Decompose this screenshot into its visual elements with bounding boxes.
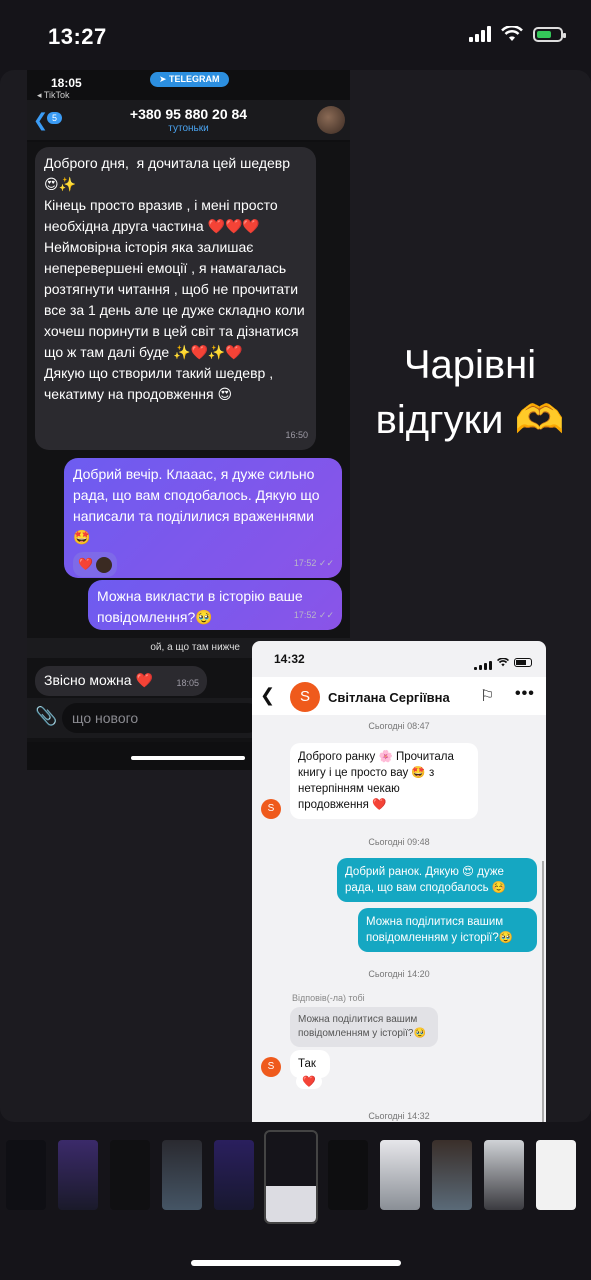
outgoing-message[interactable]: Добрий ранок. Дякую 😍 дуже рада, що вам … — [337, 858, 537, 902]
tg-status-time: 18:05 — [51, 76, 82, 90]
incoming-message[interactable]: Доброго ранку 🌸 Прочитала книгу і це про… — [290, 743, 478, 819]
chat-title: +380 95 880 20 84 — [129, 106, 248, 122]
reaction-emoji: ❤️ — [78, 557, 93, 571]
story-thumbnail[interactable] — [484, 1140, 524, 1210]
date-separator: Сьогодні 09:48 — [368, 837, 430, 847]
message-text: Добрий вечір. Клааас, я дуже сильно рада… — [73, 466, 320, 545]
avatar[interactable] — [317, 106, 345, 134]
status-time: 13:27 — [48, 24, 107, 49]
scrollbar[interactable] — [542, 861, 544, 1122]
chat-title[interactable]: Світлана Сергіївна — [328, 690, 450, 705]
tg-home-indicator — [131, 756, 245, 760]
story-thumbnail[interactable] — [110, 1140, 150, 1210]
message-text: Доброго дня, я дочитала цей шедевр 😍✨ Кі… — [44, 155, 305, 402]
chat-subtitle: тутоньки — [168, 123, 209, 134]
wifi-icon — [497, 657, 509, 666]
telegram-badge: ➤ TELEGRAM — [150, 72, 229, 87]
message-input[interactable]: що нового — [62, 703, 262, 733]
message-time: 16:50 — [285, 430, 308, 440]
date-separator: Сьогодні 14:20 — [368, 969, 430, 979]
story-thumbnail[interactable] — [214, 1140, 254, 1210]
message-time: 18:05 — [176, 678, 199, 688]
battery-icon — [533, 26, 566, 42]
story-thumbnail[interactable] — [162, 1140, 202, 1210]
message-text: Звісно можна ❤️ — [44, 672, 153, 688]
reaction-badge[interactable]: ❤️ — [73, 552, 117, 577]
second-chat-screenshot: 14:32 ❮ S Світлана Сергіївна ⚐ ••• Сього… — [252, 641, 546, 1122]
incoming-message[interactable]: Доброго дня, я дочитала цей шедевр 😍✨ Кі… — [35, 147, 316, 450]
outgoing-message[interactable]: Добрий вечір. Клааас, я дуже сильно рада… — [64, 458, 342, 578]
story-caption: Чарівні відгуки 🫶 — [375, 343, 565, 442]
date-separator: Сьогодні 08:47 — [368, 721, 430, 731]
story-thumbnail[interactable] — [328, 1140, 368, 1210]
reaction-badge[interactable]: ❤️ — [296, 1074, 322, 1089]
story-thumbnail[interactable] — [432, 1140, 472, 1210]
quoted-message[interactable]: Можна поділитися вашим повідомленням у і… — [290, 1007, 438, 1047]
incoming-message[interactable]: Звісно можна ❤️ 18:05 — [35, 666, 207, 696]
status-icons — [469, 26, 566, 42]
outgoing-message[interactable]: Можна викласти в історію ваше повідомлен… — [88, 580, 342, 630]
sender-avatar: S — [261, 1057, 281, 1077]
avatar[interactable]: S — [290, 682, 320, 712]
wifi-icon — [501, 26, 523, 41]
story-thumbnails — [6, 1130, 591, 1224]
attach-icon[interactable]: 📎 — [35, 706, 57, 727]
home-indicator — [191, 1260, 401, 1266]
s2-status-time: 14:32 — [274, 652, 305, 666]
story-thumbnail[interactable] — [380, 1140, 420, 1210]
story-thumbnail[interactable] — [536, 1140, 576, 1210]
more-icon[interactable]: ••• — [515, 685, 535, 703]
s2-status-icons — [474, 654, 532, 670]
message-time: 17:52 ✓✓ — [293, 610, 334, 620]
message-time: 17:52 ✓✓ — [293, 558, 334, 568]
story-thumbnail[interactable] — [58, 1140, 98, 1210]
signal-icon — [469, 26, 491, 42]
reactor-avatar — [95, 556, 112, 573]
replied-label: Відповів(-ла) тобі — [292, 993, 365, 1003]
flag-icon[interactable]: ⚐ — [480, 686, 494, 706]
story-thumbnail[interactable] — [6, 1140, 46, 1210]
date-separator: Сьогодні 14:32 — [368, 1111, 430, 1121]
telegram-badge-label: TELEGRAM — [169, 74, 220, 84]
battery-icon — [514, 657, 532, 667]
signal-icon — [474, 654, 492, 670]
back-chevron-icon[interactable]: ❮ — [260, 685, 275, 706]
outgoing-message[interactable]: Можна поділитися вашим повідомленням у і… — [358, 908, 537, 952]
message-text: Можна викласти в історію ваше повідомлен… — [97, 588, 303, 625]
story-thumbnail-selected[interactable] — [264, 1130, 318, 1224]
sender-avatar: S — [261, 799, 281, 819]
